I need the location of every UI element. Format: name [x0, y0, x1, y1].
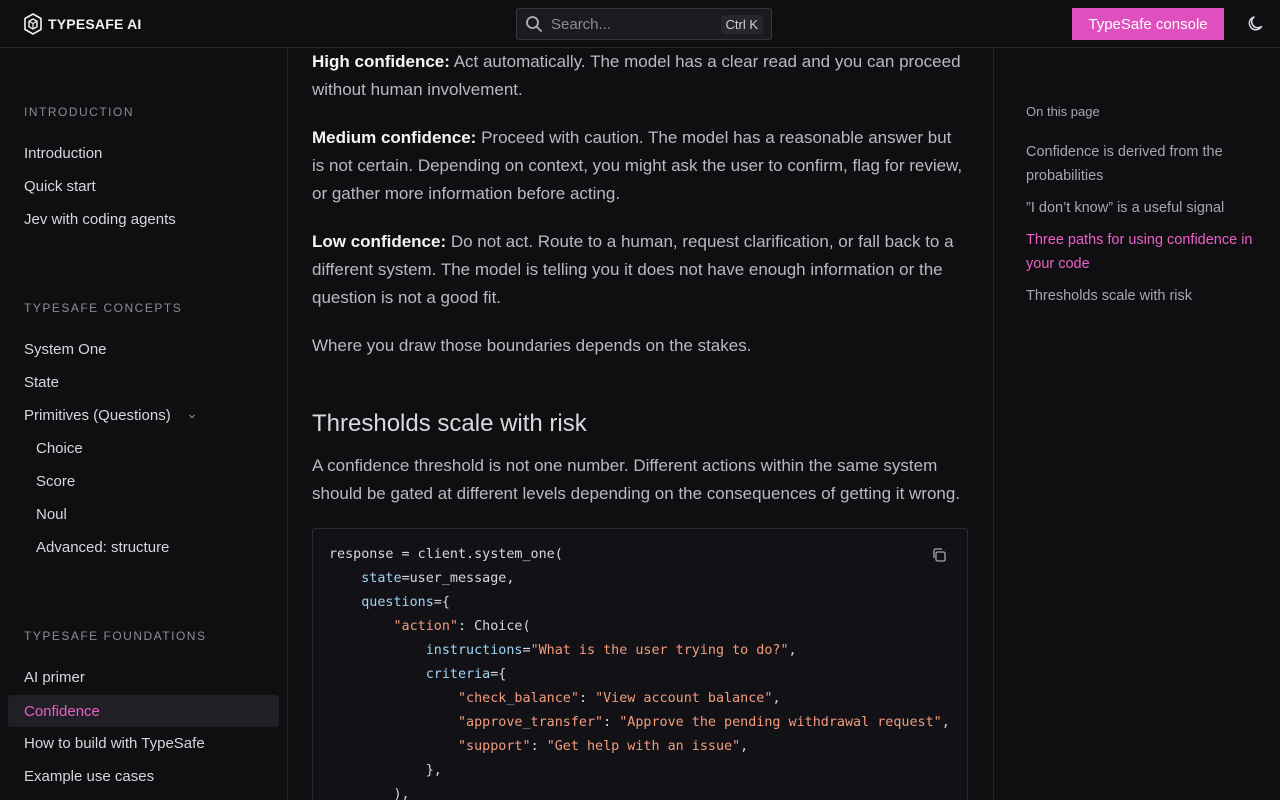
low-confidence-paragraph: Low confidence: Do not act. Route to a h…	[312, 228, 968, 312]
threshold-paragraph: A confidence threshold is not one number…	[312, 456, 961, 503]
chevron-down-icon[interactable]	[187, 411, 197, 421]
high-confidence-paragraph: High confidence: Act automatically. The …	[312, 48, 968, 104]
moon-icon[interactable]	[1246, 14, 1266, 34]
code-text: response = client.system_one( state=user…	[329, 547, 950, 800]
logo[interactable]: TYPESAFE AI	[24, 13, 141, 35]
toc-item-probabilities[interactable]: Confidence is derived from the probabili…	[1026, 140, 1266, 188]
toc-item-three-paths[interactable]: Three paths for using confidence in your…	[1026, 228, 1266, 276]
sidebar-item-score[interactable]: Score	[36, 473, 75, 490]
logo-icon	[24, 13, 42, 35]
toc-item-dont-know[interactable]: ”I don’t know” is a useful signal	[1026, 196, 1266, 220]
main-content: High confidence: Act automatically. The …	[312, 48, 968, 800]
low-confidence-label: Low confidence:	[312, 232, 447, 251]
sidebar-item-confidence[interactable]: Confidence	[8, 695, 279, 727]
medium-confidence-label: Medium confidence:	[312, 128, 477, 147]
sidebar-item-ai-primer[interactable]: AI primer	[24, 669, 85, 686]
top-bar: TYPESAFE AI Search... Ctrl K TypeSafe co…	[0, 0, 1280, 48]
sidebar-item-choice[interactable]: Choice	[36, 440, 83, 457]
code-block: response = client.system_one( state=user…	[312, 528, 968, 800]
search-box[interactable]: Search... Ctrl K	[516, 8, 772, 40]
section-heading-thresholds: Thresholds scale with risk	[312, 410, 587, 437]
sidebar-item-noul[interactable]: Noul	[36, 506, 67, 523]
sidebar-item-example-use-cases[interactable]: Example use cases	[24, 768, 154, 785]
sidebar-item-primitives[interactable]: Primitives (Questions)	[24, 407, 197, 424]
section-heading-introduction: INTRODUCTION	[24, 105, 134, 119]
boundaries-paragraph: Where you draw those boundaries depends …	[312, 336, 752, 355]
sidebar-item-state[interactable]: State	[24, 374, 59, 391]
sidebar-item-system-one[interactable]: System One	[24, 341, 107, 358]
search-icon	[526, 16, 542, 32]
medium-confidence-paragraph: Medium confidence: Proceed with caution.…	[312, 124, 968, 208]
sidebar-item-how-to-build[interactable]: How to build with TypeSafe	[24, 735, 205, 752]
sidebar-item-introduction[interactable]: Introduction	[24, 145, 102, 162]
toc-item-thresholds[interactable]: Thresholds scale with risk	[1026, 284, 1266, 308]
search-placeholder: Search...	[551, 15, 612, 33]
section-heading-concepts: TYPESAFE CONCEPTS	[24, 301, 183, 315]
sidebar: INTRODUCTION Introduction Quick start Je…	[0, 48, 288, 800]
search-shortcut: Ctrl K	[720, 14, 763, 34]
sidebar-item-advanced-structure[interactable]: Advanced: structure	[36, 539, 169, 556]
sidebar-item-quick-start[interactable]: Quick start	[24, 178, 96, 195]
toc-title: On this page	[1026, 104, 1100, 119]
sidebar-item-label: Primitives (Questions)	[24, 407, 171, 424]
high-confidence-label: High confidence:	[312, 52, 450, 71]
console-button[interactable]: TypeSafe console	[1072, 8, 1224, 40]
section-heading-foundations: TYPESAFE FOUNDATIONS	[24, 629, 207, 643]
table-of-contents: On this page Confidence is derived from …	[993, 48, 1280, 800]
sidebar-item-coding-agents[interactable]: Jev with coding agents	[24, 211, 176, 228]
logo-text: TYPESAFE AI	[48, 16, 142, 32]
